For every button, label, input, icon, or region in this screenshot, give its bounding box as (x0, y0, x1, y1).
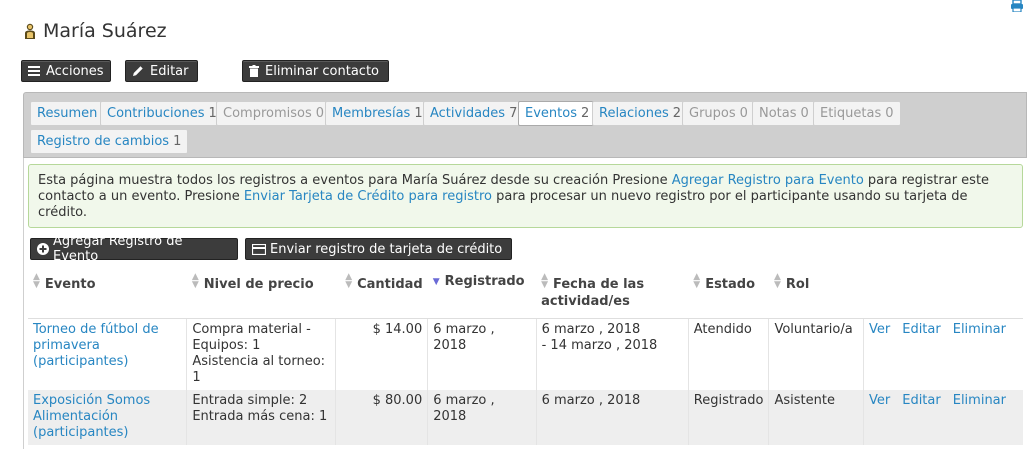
col-nivel-precio[interactable]: ▲ ▼ Nivel de precio (186, 266, 336, 319)
view-link[interactable]: Ver (869, 393, 890, 408)
sort-icon: ▲ ▼ (773, 272, 781, 290)
col-estado[interactable]: ▲ ▼ Estado (688, 266, 769, 319)
tab-compromisos[interactable]: Compromisos 0 (216, 101, 332, 126)
pencil-icon (132, 65, 144, 77)
event-link[interactable]: Torneo de fútbol de primavera (participant… (33, 322, 159, 369)
delete-contact-button[interactable]: Eliminar contacto (242, 60, 389, 82)
registered-cell: 6 marzo , 2018 (427, 318, 537, 390)
add-event-registration-button[interactable]: Agregar Registro de Evento (30, 234, 238, 264)
tab-bar: Resumen Contribuciones 1 Compromisos 0 Mem… (23, 92, 1027, 158)
credit-card-icon (252, 243, 266, 255)
table-header-row: ▲ ▼ Evento ▲ ▼ Nivel de precio ▲ ▼ Cantidad ▼ R… (28, 266, 1023, 319)
status-cell: Registrado (688, 390, 770, 445)
tab-resumen[interactable]: Resumen (30, 101, 105, 126)
col-registrado[interactable]: ▼ Registrado (427, 266, 537, 319)
actions-cell: Ver Editar Eliminar (863, 390, 1023, 445)
tab-relaciones[interactable]: Relaciones 2 (592, 101, 689, 126)
contact-header: María Suárez (24, 20, 167, 42)
trash-icon (249, 65, 259, 77)
col-cantidad[interactable]: ▲ ▼ Cantidad (335, 266, 428, 319)
table-row: Exposición Somos Alimentación (participant… (28, 390, 1023, 445)
amount-cell: $ 14.00 (335, 318, 429, 390)
event-cell: Exposición Somos Alimentación (participant… (28, 390, 188, 445)
tab-eventos[interactable]: Eventos 2 (518, 101, 597, 126)
tab-contribuciones[interactable]: Contribuciones 1 (100, 101, 224, 126)
event-link[interactable]: Exposición Somos Alimentación (participant… (33, 393, 150, 440)
edit-button[interactable]: Editar (125, 60, 198, 82)
sort-desc-icon: ▼ (432, 277, 440, 287)
col-fecha-actividades[interactable]: ▲ ▼ Fecha de las actividad/es (536, 266, 689, 319)
tab-etiquetas[interactable]: Etiquetas 0 (813, 101, 901, 126)
credit-card-registration-link[interactable]: Enviar Tarjeta de Crédito para registro (244, 189, 492, 204)
price-cell: Entrada simple: 2 Entrada más cena: 1 (186, 390, 336, 445)
status-cell: Atendido (688, 318, 770, 390)
delete-link[interactable]: Eliminar (953, 322, 1006, 337)
credit-card-registration-button[interactable]: Enviar registro de tarjeta de crédito (245, 238, 512, 260)
role-cell: Voluntario/a (768, 318, 864, 390)
person-icon (24, 22, 38, 40)
actions-button[interactable]: Acciones (21, 60, 111, 82)
tab-notas[interactable]: Notas 0 (752, 101, 816, 126)
event-cell: Torneo de fútbol de primavera (participant… (28, 318, 188, 390)
tab-registro-cambios[interactable]: Registro de cambios 1 (30, 129, 189, 154)
tab-grupos[interactable]: Grupos 0 (682, 101, 755, 126)
actions-cell: Ver Editar Eliminar (863, 318, 1023, 390)
dates-cell: 6 marzo , 2018- 14 marzo , 2018 (536, 318, 689, 390)
edit-link[interactable]: Editar (902, 322, 941, 337)
plus-circle-icon (37, 243, 49, 255)
sort-icon: ▲ ▼ (693, 272, 701, 290)
event-registrations-table: ▲ ▼ Evento ▲ ▼ Nivel de precio ▲ ▼ Cantidad ▼ R… (28, 266, 1023, 445)
tab-actividades[interactable]: Actividades 7 (423, 101, 525, 126)
amount-cell: $ 80.00 (335, 390, 429, 445)
sort-icon: ▲ ▼ (33, 272, 40, 290)
print-icon[interactable] (1010, 0, 1024, 13)
page-title: María Suárez (43, 20, 167, 42)
registered-cell: 6 marzo , 2018 (427, 390, 537, 445)
sort-icon: ▲ ▼ (541, 272, 549, 290)
col-acciones (863, 266, 1023, 319)
price-cell: Compra material - Equipos: 1 Asistencia al… (186, 318, 336, 390)
help-message: Esta página muestra todos los registros … (28, 164, 1023, 228)
role-cell: Asistente (768, 390, 864, 445)
view-link[interactable]: Ver (869, 322, 890, 337)
sort-icon: ▲ ▼ (345, 272, 353, 290)
menu-icon (28, 66, 40, 76)
table-row: Torneo de fútbol de primavera (participant… (28, 318, 1023, 390)
delete-link[interactable]: Eliminar (953, 393, 1006, 408)
col-evento[interactable]: ▲ ▼ Evento (28, 266, 187, 319)
sort-icon: ▲ ▼ (191, 272, 199, 290)
tab-membresias[interactable]: Membresías 1 (325, 101, 430, 126)
dates-cell: 6 marzo , 2018 (536, 390, 689, 445)
edit-link[interactable]: Editar (902, 393, 941, 408)
col-rol[interactable]: ▲ ▼ Rol (768, 266, 864, 319)
add-registration-link[interactable]: Agregar Registro para Evento (672, 173, 864, 188)
